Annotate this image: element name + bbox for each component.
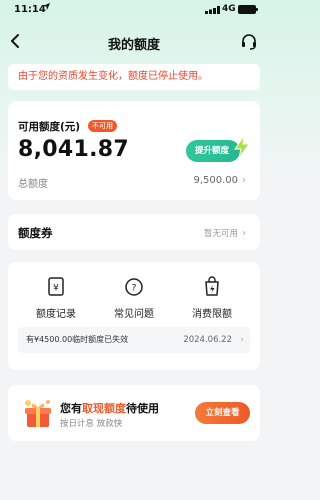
total-limit-value: 9,500.00 [193, 175, 238, 186]
promo-suffix: 待使用 [126, 402, 159, 415]
network-type: 4G [222, 4, 236, 14]
record-date: 2024.06.22 [183, 335, 232, 345]
tool-label: 额度记录 [36, 309, 76, 320]
view-now-button[interactable]: 立刻查看 [195, 402, 250, 424]
battery-icon [238, 5, 258, 14]
promo-title: 您有取现额度待使用 [60, 400, 159, 416]
chevron-right-icon: › [242, 228, 246, 239]
lightning-icon [234, 135, 250, 159]
promo-highlight: 取现额度 [82, 402, 126, 415]
available-limit-amount: 8,041.87 [18, 137, 129, 162]
unavailable-badge: 不可用 [88, 120, 117, 132]
status-bar: 11:14 4G [0, 0, 268, 20]
svg-text:¥: ¥ [53, 284, 59, 294]
chevron-right-icon: › [242, 175, 246, 186]
coupon-card[interactable]: 额度券 暂无可用 › [8, 214, 260, 250]
svg-text:?: ? [132, 284, 137, 294]
coupon-status: 暂无可用 › [204, 227, 246, 239]
status-notice-banner: 由于您的资质发生变化，额度已停止使用。 [8, 64, 260, 90]
signal-bars-icon [205, 6, 220, 14]
tool-label: 常见问题 [114, 309, 154, 320]
location-arrow-icon [42, 2, 51, 11]
cash-promo-card: 您有取现额度待使用 按日计息 放款快 立刻查看 [8, 385, 260, 441]
spending-limit-button[interactable]: 消费限额 [177, 276, 247, 320]
yuan-document-icon: ¥ [48, 277, 64, 296]
total-limit-row[interactable]: 9,500.00 › [193, 175, 246, 186]
promo-prefix: 您有 [60, 402, 82, 415]
gift-box-icon [25, 400, 52, 427]
customer-service-headset-icon[interactable] [240, 33, 258, 51]
coupon-title: 额度券 [18, 226, 53, 240]
available-limit-label: 可用额度(元) [18, 121, 81, 133]
coupon-status-text: 暂无可用 [203, 229, 238, 239]
bag-bolt-icon [205, 276, 219, 296]
page-title: 我的额度 [107, 38, 160, 53]
credit-limit-card: 可用额度(元) 不可用 8,041.87 提升额度 总额度 9,500.00 › [8, 101, 260, 200]
question-circle-icon: ? [125, 278, 143, 296]
record-text: 有¥4500.00临时额度已失效 [26, 335, 129, 344]
promo-subtitle: 按日计息 放款快 [60, 419, 123, 429]
tools-card: ¥ 额度记录 ? 常见问题 消费限额 有¥4500.00临时额度已失效 2024… [8, 262, 260, 370]
boost-limit-button[interactable]: 提升额度 [186, 135, 250, 163]
tool-label: 消费限额 [192, 309, 232, 320]
total-limit-label: 总额度 [18, 179, 48, 190]
chevron-right-icon: › [240, 335, 244, 345]
nav-bar: 我的额度 [0, 28, 268, 56]
expired-limit-record[interactable]: 有¥4500.00临时额度已失效 2024.06.22 › [18, 327, 250, 353]
faq-button[interactable]: ? 常见问题 [99, 276, 169, 320]
limit-record-button[interactable]: ¥ 额度记录 [21, 276, 91, 320]
